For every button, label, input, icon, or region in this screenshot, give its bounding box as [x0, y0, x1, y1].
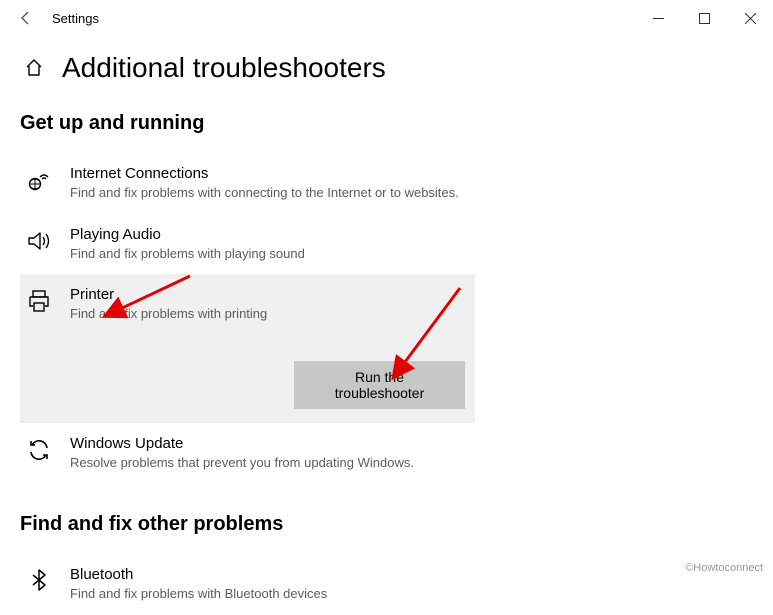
back-button[interactable] — [8, 0, 44, 36]
troubleshooter-desc: Find and fix problems with printing — [70, 305, 465, 323]
troubleshooter-title: Internet Connections — [70, 165, 465, 182]
bluetooth-icon — [24, 566, 54, 596]
page-title: Additional troubleshooters — [62, 52, 386, 84]
troubleshooter-title: Windows Update — [70, 435, 465, 452]
troubleshooter-desc: Resolve problems that prevent you from u… — [70, 454, 465, 472]
page-header: Additional troubleshooters — [0, 36, 773, 92]
window-titlebar: Settings — [0, 0, 773, 36]
app-title: Settings — [52, 11, 99, 26]
sync-icon — [24, 435, 54, 465]
printer-icon — [24, 286, 54, 316]
minimize-button[interactable] — [635, 0, 681, 36]
troubleshooter-printer[interactable]: Printer Find and fix problems with print… — [20, 274, 475, 423]
close-button[interactable] — [727, 0, 773, 36]
troubleshooter-bluetooth[interactable]: Bluetooth Find and fix problems with Blu… — [20, 554, 475, 615]
troubleshooter-playing-audio[interactable]: Playing Audio Find and fix problems with… — [20, 214, 475, 275]
troubleshooter-windows-update[interactable]: Windows Update Resolve problems that pre… — [20, 423, 475, 484]
troubleshooter-desc: Find and fix problems with playing sound — [70, 245, 465, 263]
troubleshooter-title: Printer — [70, 286, 465, 303]
troubleshooter-internet-connections[interactable]: Internet Connections Find and fix proble… — [20, 153, 475, 214]
watermark: ©Howtoconnect — [685, 562, 763, 574]
troubleshooter-desc: Find and fix problems with connecting to… — [70, 184, 465, 202]
section-get-up-running: Get up and running — [20, 112, 753, 135]
run-troubleshooter-button[interactable]: Run the troubleshooter — [294, 361, 465, 409]
troubleshooter-desc: Find and fix problems with Bluetooth dev… — [70, 585, 465, 603]
home-icon[interactable] — [24, 58, 44, 78]
section-find-fix-other: Find and fix other problems — [20, 513, 753, 536]
troubleshooter-title: Bluetooth — [70, 566, 465, 583]
troubleshooter-title: Playing Audio — [70, 226, 465, 243]
speaker-icon — [24, 226, 54, 256]
maximize-button[interactable] — [681, 0, 727, 36]
internet-icon — [24, 165, 54, 195]
